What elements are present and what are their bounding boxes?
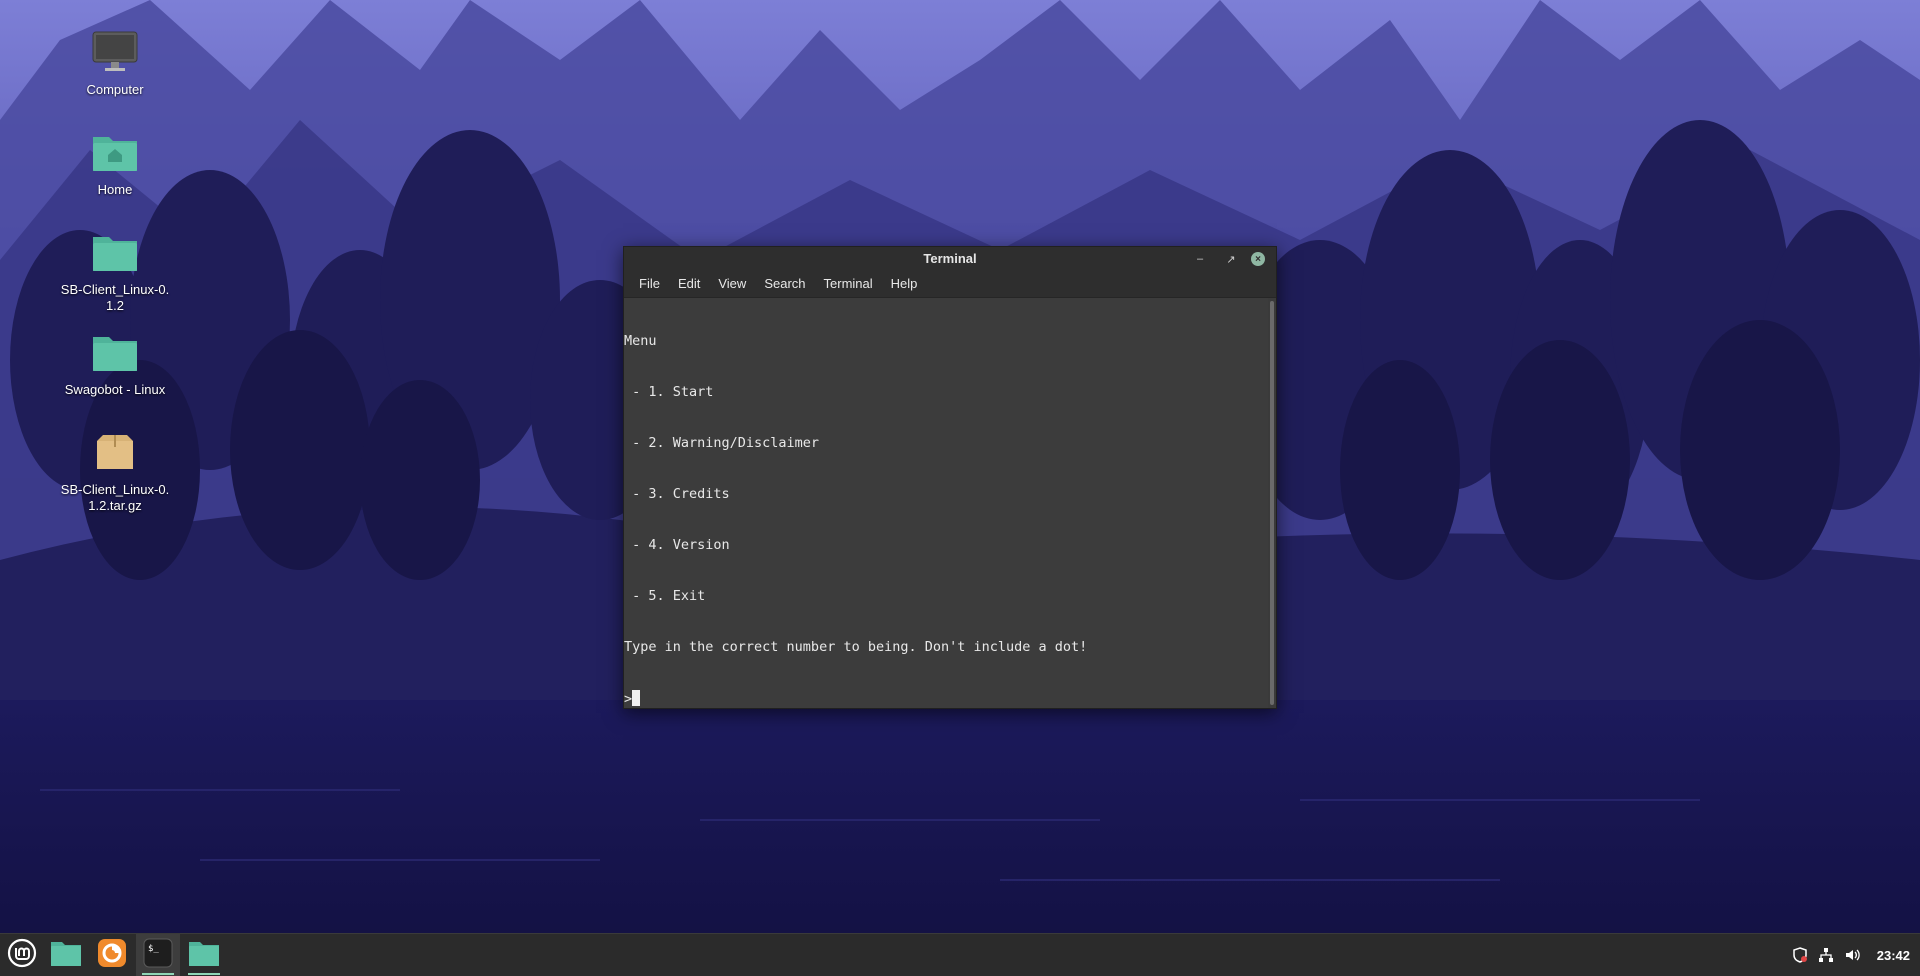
desktop-icon-label: SB-Client_Linux-0.1.2.tar.gz [60,482,170,513]
terminal-line: - 5. Exit [624,588,706,604]
maximize-button[interactable]: ↗ [1223,251,1239,267]
shield-icon[interactable] [1789,934,1811,976]
files-icon [50,939,82,972]
menu-file[interactable]: File [630,271,669,297]
taskbar-files-launcher[interactable] [44,934,88,976]
taskbar-firefox-launcher[interactable] [90,934,134,976]
menu-view[interactable]: View [709,271,755,297]
terminal-line: - 1. Start [624,384,714,400]
terminal-line: - 3. Credits [624,486,730,502]
desktop-icon-label: SB-Client_Linux-0.1.2 [60,282,170,313]
terminal-line: - 4. Version [624,537,730,553]
desktop-icon-label: Swagobot - Linux [64,382,166,397]
minimize-icon: – [1196,253,1204,265]
home-folder-icon [89,126,141,178]
menu-button[interactable] [0,934,44,976]
svg-text:$_: $_ [148,944,159,954]
scrollbar-thumb[interactable] [1270,301,1274,705]
close-button[interactable]: × [1251,252,1265,266]
taskbar: $_ 23:42 [0,933,1920,976]
desktop: Computer Home SB-Client_Linux-0.1.2 Swag… [0,0,1920,976]
taskbar-terminal-window[interactable]: $_ [136,934,180,976]
folder-window-icon [188,939,220,972]
terminal-titlebar[interactable]: Terminal – ↗ × [624,247,1276,271]
terminal-line: Menu [624,333,657,349]
terminal-window[interactable]: Terminal – ↗ × File Edit View Search Ter… [623,246,1277,709]
menu-edit[interactable]: Edit [669,271,709,297]
terminal-line: Type in the correct number to being. Don… [624,639,1088,655]
terminal-output[interactable]: Menu - 1. Start - 2. Warning/Disclaimer … [624,298,1268,708]
mint-menu-icon [7,938,37,973]
menu-search[interactable]: Search [755,271,814,297]
folder-icon [89,326,141,378]
archive-icon [89,426,141,478]
terminal-icon: $_ [143,938,173,973]
terminal-prompt-line[interactable]: > [624,690,1268,707]
desktop-icon-label: Computer [86,82,144,97]
system-tray: 23:42 [1789,934,1920,976]
clock[interactable]: 23:42 [1877,948,1910,963]
terminal-scrollbar[interactable] [1268,298,1276,708]
maximize-icon: ↗ [1226,253,1236,266]
desktop-icon-computer[interactable]: Computer [55,26,175,98]
terminal-menubar: File Edit View Search Terminal Help [624,271,1276,298]
close-icon: × [1255,253,1261,265]
desktop-icon-label: Home [97,182,133,197]
taskbar-folder-window[interactable] [182,934,226,976]
minimize-button[interactable]: – [1192,251,1208,267]
window-title: Terminal [923,251,977,266]
terminal-prompt: > [624,691,633,707]
desktop-icon-sb-client-folder[interactable]: SB-Client_Linux-0.1.2 [55,226,175,314]
terminal-line: - 2. Warning/Disclaimer [624,435,820,451]
desktop-icon-swagobot-folder[interactable]: Swagobot - Linux [55,326,175,398]
volume-icon[interactable] [1841,934,1863,976]
menu-terminal[interactable]: Terminal [815,271,882,297]
desktop-icon-home[interactable]: Home [55,126,175,198]
terminal-cursor [632,690,641,706]
folder-icon [89,226,141,278]
firefox-icon [97,938,127,973]
computer-icon [89,26,141,78]
desktop-icon-sb-client-archive[interactable]: SB-Client_Linux-0.1.2.tar.gz [55,426,175,514]
network-icon[interactable] [1815,934,1837,976]
menu-help[interactable]: Help [882,271,927,297]
